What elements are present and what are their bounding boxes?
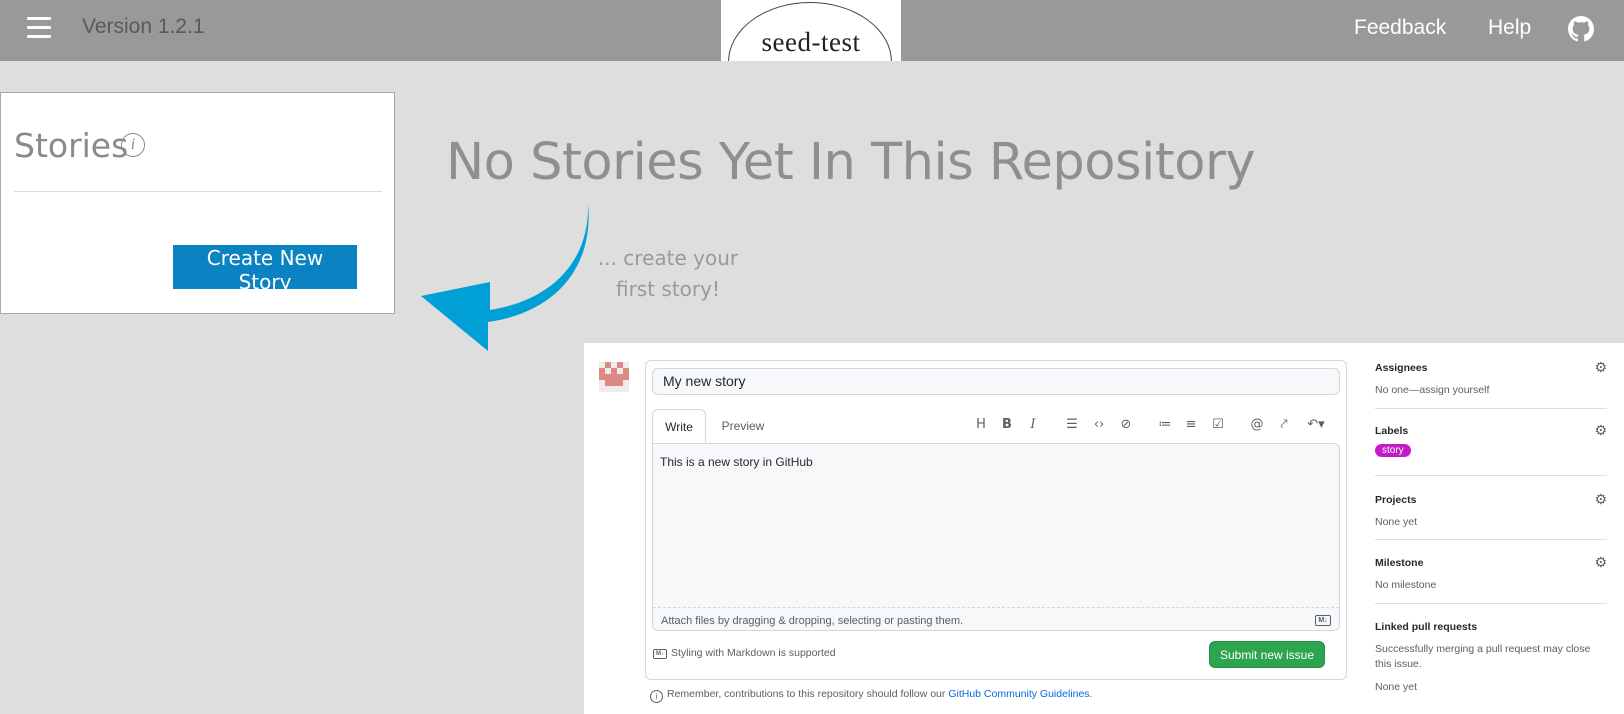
- attach-files-hint[interactable]: Attach files by dragging & dropping, sel…: [661, 615, 963, 627]
- create-new-story-button[interactable]: Create New Story: [173, 245, 357, 294]
- curved-arrow-icon: [421, 203, 589, 351]
- remember-prefix: Remember, contributions to this reposito…: [667, 688, 949, 700]
- avatar: [599, 362, 629, 392]
- assignees-label: Assignees: [1375, 362, 1428, 374]
- linked-prs-section: Linked pull requests Successfully mergin…: [1375, 621, 1607, 711]
- tab-write[interactable]: Write: [652, 409, 706, 443]
- empty-state-heading: No Stories Yet In This Repository: [446, 133, 1256, 192]
- issue-body-text: This is a new story in GitHub: [660, 455, 813, 469]
- community-guidelines-note: i Remember, contributions to this reposit…: [650, 688, 1092, 703]
- assignees-section: Assignees ⚙ No one—assign yourself: [1375, 360, 1607, 409]
- italic-icon[interactable]: I: [1024, 416, 1042, 434]
- gear-icon[interactable]: ⚙: [1594, 555, 1607, 571]
- projects-section: Projects ⚙ None yet: [1375, 492, 1607, 540]
- feedback-link[interactable]: Feedback: [1354, 16, 1446, 40]
- stories-divider: [14, 191, 382, 192]
- gear-icon[interactable]: ⚙: [1594, 492, 1607, 508]
- story-label-badge[interactable]: story: [1375, 444, 1411, 457]
- markdown-note-text: Styling with Markdown is supported: [671, 647, 836, 659]
- seed-test-logo[interactable]: seed-test: [721, 0, 901, 61]
- logo-text: seed-test: [761, 27, 861, 57]
- projects-label: Projects: [1375, 494, 1417, 506]
- github-icon[interactable]: [1568, 16, 1594, 42]
- bold-icon[interactable]: B: [998, 416, 1016, 434]
- stories-heading: Stories: [14, 126, 129, 165]
- heading-icon[interactable]: H: [972, 416, 990, 434]
- assignees-value[interactable]: No one—assign yourself: [1375, 383, 1607, 398]
- labels-label: Labels: [1375, 425, 1409, 437]
- markdown-icon: M↓: [1315, 615, 1331, 626]
- github-issue-example: My new story Write Preview H B I ☰ ‹› ⊘ …: [584, 343, 1624, 714]
- issue-body-textarea[interactable]: This is a new story in GitHub Attach fil…: [652, 443, 1340, 631]
- linked-prs-description: Successfully merging a pull request may …: [1375, 643, 1591, 670]
- quote-icon[interactable]: ☰: [1063, 416, 1081, 434]
- labels-section: Labels ⚙ story: [1375, 423, 1607, 476]
- subtitle-line-2: first story!: [615, 277, 720, 301]
- numbered-list-icon[interactable]: ≡: [1182, 416, 1200, 434]
- subtitle-line-1: ... create your: [597, 246, 739, 270]
- issue-title-input[interactable]: My new story: [652, 368, 1340, 395]
- top-navbar: Version 1.2.1 seed-test Feedback Help: [0, 0, 1624, 61]
- projects-value: None yet: [1375, 516, 1418, 528]
- reference-icon[interactable]: ⤤: [1275, 416, 1293, 434]
- hamburger-menu-icon[interactable]: [24, 17, 54, 43]
- info-circle-icon: i: [650, 690, 663, 703]
- issue-form: My new story Write Preview H B I ☰ ‹› ⊘ …: [645, 360, 1347, 680]
- bullet-list-icon[interactable]: ≔: [1156, 416, 1174, 434]
- tab-preview[interactable]: Preview: [714, 409, 772, 443]
- gear-icon[interactable]: ⚙: [1594, 423, 1607, 439]
- help-link[interactable]: Help: [1488, 16, 1531, 40]
- code-icon[interactable]: ‹›: [1090, 416, 1108, 434]
- linked-prs-value: None yet: [1375, 681, 1418, 693]
- linked-prs-label: Linked pull requests: [1375, 621, 1478, 633]
- stories-sidebar-card: Stories i Create New Story: [0, 92, 395, 314]
- mention-icon[interactable]: @: [1248, 416, 1266, 434]
- info-icon[interactable]: i: [121, 133, 145, 157]
- community-guidelines-link[interactable]: GitHub Community Guidelines: [948, 688, 1089, 700]
- reply-icon[interactable]: ↶▾: [1303, 416, 1329, 434]
- submit-new-issue-button[interactable]: Submit new issue: [1209, 641, 1325, 668]
- version-label: Version 1.2.1: [82, 15, 205, 38]
- markdown-icon: M↓: [653, 649, 667, 659]
- markdown-note[interactable]: M↓ Styling with Markdown is supported: [653, 647, 836, 659]
- remember-suffix: .: [1089, 688, 1093, 700]
- milestone-label: Milestone: [1375, 557, 1424, 569]
- gear-icon[interactable]: ⚙: [1594, 360, 1607, 376]
- attach-divider: [653, 607, 1339, 608]
- milestone-value: No milestone: [1375, 579, 1437, 591]
- task-list-icon[interactable]: ☑: [1209, 416, 1227, 434]
- empty-state-subtitle: ... create your first story!: [580, 243, 756, 305]
- link-icon[interactable]: ⊘: [1117, 416, 1135, 434]
- milestone-section: Milestone ⚙ No milestone: [1375, 555, 1607, 604]
